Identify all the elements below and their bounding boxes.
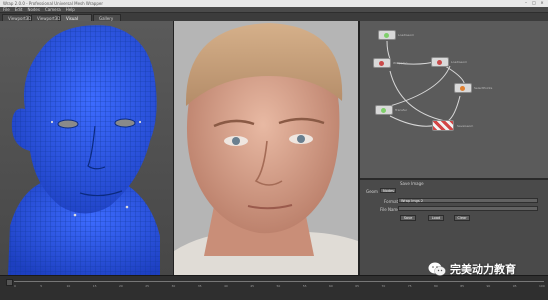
menu-file[interactable]: File (3, 7, 10, 13)
timeline-tick-label: 10 (66, 284, 71, 288)
minimize-button[interactable]: – (523, 1, 529, 5)
menu-nodes[interactable]: Nodes (27, 7, 40, 13)
timeline-ticks: 0 5 10 15 20 25 30 35 40 45 50 55 60 65 70 75 80 85 90 95 10… (14, 284, 545, 292)
timeline-tick-label: 35 (197, 284, 202, 288)
field-label-filename: File Name (380, 207, 400, 212)
title-bar: Wrap 2.0.0 - Professional Universal Mesh… (0, 0, 548, 7)
close-button[interactable]: × (539, 1, 545, 5)
timeline-tick-label: 80 (434, 284, 438, 288)
node-label: SaveGeom (457, 124, 474, 128)
tab-visual-editor[interactable]: Visual Editor (60, 14, 92, 28)
timeline-tick-label: 65 (355, 284, 360, 288)
timeline-tick-label: 0 (14, 284, 16, 288)
play-icon[interactable] (6, 279, 13, 286)
tab-gallery[interactable]: Gallery (93, 14, 121, 21)
tab-viewport3d-2[interactable]: Viewport3D (31, 14, 60, 21)
timeline-tick-label: 15 (92, 284, 97, 288)
timeline-tick-label: 45 (250, 284, 255, 288)
timeline-track[interactable] (14, 281, 544, 282)
wireframe-head-image (8, 25, 160, 275)
timeline-tick-label: 60 (329, 284, 333, 288)
watermark-text: 完美动力教育 (450, 263, 516, 276)
timeline-tick-label: 90 (486, 284, 491, 288)
load-button[interactable]: Load (428, 215, 444, 221)
panel-header: Save Image (400, 181, 424, 186)
timeline-tick-label: 100 (539, 284, 545, 288)
timeline-tick-label: 20 (119, 284, 123, 288)
node-label: SelectPoints (474, 86, 493, 90)
menu-edit[interactable]: Edit (15, 7, 23, 13)
save-button[interactable]: Save (400, 215, 416, 221)
viewport-wireframe[interactable] (0, 21, 173, 275)
timeline-tick-label: 70 (381, 284, 386, 288)
field-label-format: Format (384, 199, 399, 204)
node-wrapping[interactable] (373, 58, 391, 68)
format-field[interactable]: Wrap Imgs 2 (398, 198, 538, 203)
node-loadgeom-1[interactable] (378, 30, 396, 40)
textured-face-image (174, 21, 358, 275)
timeline-tick-label: 50 (276, 284, 281, 288)
timeline-tick-label: 40 (224, 284, 228, 288)
timeline-tick-label: 25 (145, 284, 150, 288)
node-connections (386, 40, 465, 127)
tab-viewport3d-1[interactable]: Viewport3D (2, 14, 31, 21)
maximize-button[interactable]: □ (531, 1, 537, 5)
viewport-textured[interactable] (174, 21, 358, 275)
timeline-tick-label: 85 (460, 284, 465, 288)
menu-camera[interactable]: Camera (45, 7, 61, 13)
node-selectpoints[interactable] (454, 83, 472, 93)
watermark: 完美动力教育 (428, 258, 548, 280)
wechat-icon (428, 262, 446, 276)
timeline-tick-label: 75 (407, 284, 412, 288)
node-label: Transfer (395, 108, 408, 112)
node-label: LoadGeom (398, 33, 415, 37)
node-transfer[interactable] (375, 105, 393, 115)
timeline-tick-label: 55 (302, 284, 307, 288)
filename-field[interactable] (398, 206, 538, 211)
timeline-tick-label: 5 (40, 284, 43, 288)
timeline-tick-label: 30 (171, 284, 176, 288)
clear-button[interactable]: Clear (454, 215, 470, 221)
node-label: Wrapping (393, 61, 408, 65)
field-label-geom: Geom (366, 189, 378, 194)
node-savegeom[interactable] (432, 120, 454, 131)
node-label: LoadGeom (451, 60, 468, 64)
node-graph-editor[interactable]: LoadGeom Wrapping LoadGeom Transfer Sele… (360, 21, 548, 178)
menu-help[interactable]: Help (66, 7, 75, 13)
geom-field[interactable]: Nodes (380, 188, 396, 193)
timeline-tick-label: 95 (512, 284, 517, 288)
node-loadgeom-2[interactable] (431, 57, 449, 67)
